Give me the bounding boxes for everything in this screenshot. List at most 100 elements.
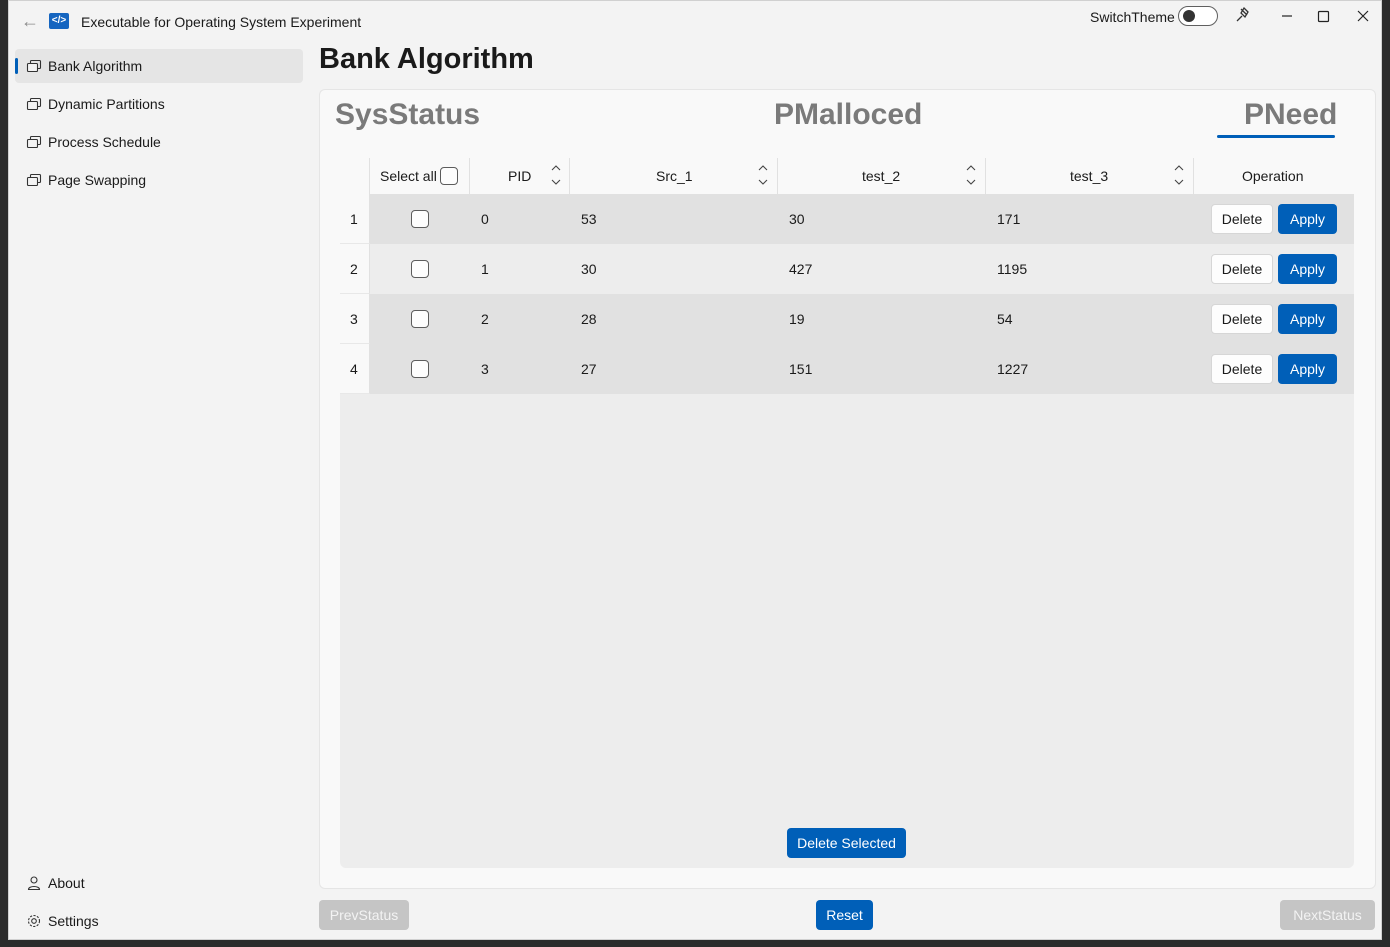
select-all-label: Select all xyxy=(380,168,437,184)
table-row: 1 0 53 30 171 Delete Apply xyxy=(340,194,1354,244)
test-2-cell: 427 xyxy=(789,261,813,277)
header-test-2[interactable]: test_2 xyxy=(778,158,986,194)
tab-pneed[interactable]: PNeed xyxy=(1244,98,1337,132)
delete-button[interactable]: Delete xyxy=(1211,254,1273,284)
back-arrow-icon[interactable]: ← xyxy=(19,11,41,31)
apply-button[interactable]: Apply xyxy=(1278,254,1337,284)
table-row: 4 3 27 151 1227 Delete Apply xyxy=(340,344,1354,394)
test-2-cell: 19 xyxy=(789,311,805,327)
sidebar-item-settings[interactable]: Settings xyxy=(15,904,303,938)
table-row: 3 2 28 19 54 Delete Apply xyxy=(340,294,1354,344)
pid-cell: 1 xyxy=(481,261,489,277)
src-1-cell: 30 xyxy=(581,261,597,277)
row-checkbox[interactable] xyxy=(411,360,429,378)
table-row: 2 1 30 427 1195 Delete Apply xyxy=(340,244,1354,294)
grid-header: Select all PID Src_1 test_2 test_3 Opera… xyxy=(340,158,1354,194)
switch-theme-label: SwitchTheme xyxy=(1090,9,1175,25)
prev-status-button[interactable]: PrevStatus xyxy=(319,900,409,930)
test-3-cell: 54 xyxy=(997,311,1013,327)
header-label: test_2 xyxy=(862,168,901,184)
test-3-cell: 1195 xyxy=(997,261,1028,277)
row-index: 3 xyxy=(340,294,370,344)
maximize-button[interactable] xyxy=(1311,5,1335,27)
delete-selected-button[interactable]: Delete Selected xyxy=(787,828,906,858)
header-index-cell xyxy=(340,158,370,194)
window-stack-icon xyxy=(26,135,42,149)
sort-icon[interactable] xyxy=(550,162,562,188)
content-card: SysStatus PMalloced PNeed Select all PID… xyxy=(319,89,1376,889)
title-bar: ← </> Executable for Operating System Ex… xyxy=(9,1,1381,41)
window-stack-icon xyxy=(26,173,42,187)
person-icon xyxy=(27,876,41,891)
sidebar-item-label: Process Schedule xyxy=(48,134,161,150)
row-index: 2 xyxy=(340,244,370,294)
pid-cell: 0 xyxy=(481,211,489,227)
header-pid[interactable]: PID xyxy=(470,158,570,194)
minimize-button[interactable] xyxy=(1275,5,1299,27)
sidebar-item-about[interactable]: About xyxy=(15,866,303,900)
row-index-label: 2 xyxy=(350,261,358,277)
sort-icon[interactable] xyxy=(757,162,769,188)
sort-icon[interactable] xyxy=(1173,162,1185,188)
header-label: PID xyxy=(508,168,532,184)
delete-button[interactable]: Delete xyxy=(1211,354,1273,384)
row-index-label: 1 xyxy=(350,211,358,227)
row-index-label: 4 xyxy=(350,361,358,377)
header-label: Src_1 xyxy=(656,168,693,184)
sidebar-item-process-schedule[interactable]: Process Schedule xyxy=(15,125,303,159)
header-src-1[interactable]: Src_1 xyxy=(570,158,778,194)
test-3-cell: 171 xyxy=(997,211,1021,227)
src-1-cell: 53 xyxy=(581,211,597,227)
pid-cell: 2 xyxy=(481,311,489,327)
src-1-cell: 28 xyxy=(581,311,597,327)
pin-icon[interactable] xyxy=(1233,5,1253,27)
select-all-checkbox[interactable] xyxy=(440,167,458,185)
sidebar-item-label: Page Swapping xyxy=(48,172,147,188)
switch-theme-toggle[interactable] xyxy=(1178,6,1218,26)
tab-selected-underline xyxy=(1217,135,1335,138)
test-3-cell: 1227 xyxy=(997,361,1029,377)
selection-indicator xyxy=(15,58,18,74)
src-1-cell: 27 xyxy=(581,361,597,377)
sidebar-item-label: Settings xyxy=(48,913,99,929)
tab-sysstatus[interactable]: SysStatus xyxy=(335,98,480,132)
delete-button[interactable]: Delete xyxy=(1211,204,1273,234)
gear-icon xyxy=(27,914,41,928)
sort-icon[interactable] xyxy=(965,162,977,188)
sidebar-item-page-swapping[interactable]: Page Swapping xyxy=(15,163,303,197)
data-grid: Select all PID Src_1 test_2 test_3 Opera… xyxy=(340,158,1354,868)
test-2-cell: 151 xyxy=(789,361,813,377)
apply-button[interactable]: Apply xyxy=(1278,304,1337,334)
test-2-cell: 30 xyxy=(789,211,805,227)
tab-pmalloced[interactable]: PMalloced xyxy=(774,98,922,132)
close-button[interactable] xyxy=(1351,5,1375,27)
row-index: 1 xyxy=(340,194,370,244)
sidebar-item-dynamic-partitions[interactable]: Dynamic Partitions xyxy=(15,87,303,121)
sidebar-item-label: Dynamic Partitions xyxy=(48,96,165,112)
sidebar-item-bank-algorithm[interactable]: Bank Algorithm xyxy=(15,49,303,83)
window-stack-icon xyxy=(26,97,42,111)
header-select-all: Select all xyxy=(370,158,470,194)
reset-button[interactable]: Reset xyxy=(816,900,873,930)
pid-cell: 3 xyxy=(481,361,489,377)
app-code-icon: </> xyxy=(49,13,69,29)
header-operation: Operation xyxy=(1194,158,1354,194)
window-stack-icon xyxy=(26,59,42,73)
app-window: ← </> Executable for Operating System Ex… xyxy=(8,0,1382,940)
row-index-label: 3 xyxy=(350,311,358,327)
header-label: Operation xyxy=(1242,168,1304,184)
sidebar-item-label: About xyxy=(48,875,85,891)
page-title: Bank Algorithm xyxy=(319,43,534,75)
next-status-button[interactable]: NextStatus xyxy=(1280,900,1375,930)
header-label: test_3 xyxy=(1070,168,1109,184)
sidebar-item-label: Bank Algorithm xyxy=(48,58,143,74)
apply-button[interactable]: Apply xyxy=(1278,354,1337,384)
row-checkbox[interactable] xyxy=(411,210,429,228)
apply-button[interactable]: Apply xyxy=(1278,204,1337,234)
sidebar: Bank Algorithm Dynamic Partitions Proces… xyxy=(9,41,311,941)
row-checkbox[interactable] xyxy=(411,260,429,278)
row-index: 4 xyxy=(340,344,370,394)
row-checkbox[interactable] xyxy=(411,310,429,328)
delete-button[interactable]: Delete xyxy=(1211,304,1273,334)
header-test-3[interactable]: test_3 xyxy=(986,158,1194,194)
